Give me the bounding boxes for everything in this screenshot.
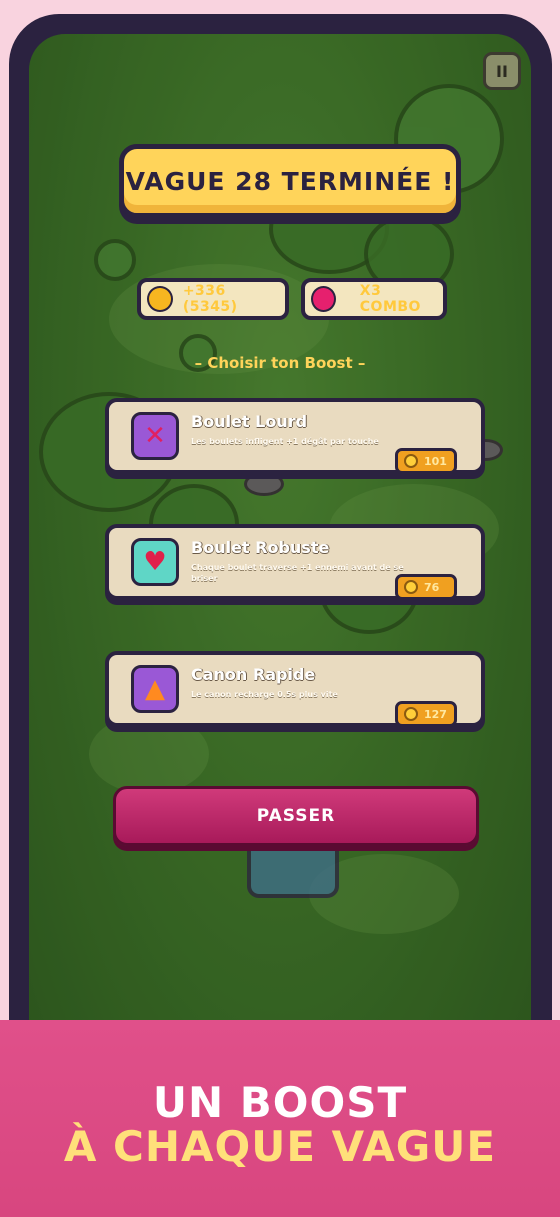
banner-line-1: UN BOOST	[152, 1078, 408, 1127]
banner-line-2: À CHAQUE VAGUE	[63, 1122, 497, 1171]
phone-frame: II VAGUE 28 TERMINÉE ! +336 (5345) X3 CO…	[9, 14, 552, 1114]
boost-description: Le canon recharge 0.5s plus vite	[191, 690, 338, 699]
price-value: 76	[424, 580, 440, 594]
choose-boost-label: – Choisir ton Boost –	[194, 354, 366, 372]
boost-price[interactable]: 101	[395, 448, 457, 474]
skip-button[interactable]: PASSER	[113, 786, 479, 846]
boost-description: Les boulets infligent +1 dégât par touch…	[191, 437, 379, 446]
app-store-screenshot: II VAGUE 28 TERMINÉE ! +336 (5345) X3 CO…	[0, 0, 560, 1217]
heart-icon: ♥	[131, 538, 179, 586]
combo-value: X3 COMBO	[359, 283, 421, 315]
coin-icon	[404, 707, 418, 721]
boost-card-heavy[interactable]: ✕ Boulet Lourd Les boulets infligent +1 …	[105, 398, 485, 474]
boost-card-robust[interactable]: ♥ Boulet Robuste Chaque boulet traverse …	[105, 524, 485, 600]
x-icon: ✕	[131, 412, 179, 460]
gem-icon	[311, 286, 336, 312]
pause-icon: II	[496, 61, 508, 81]
coin-icon	[404, 580, 418, 594]
coin-icon	[147, 286, 173, 312]
coin-icon	[404, 454, 418, 468]
pause-button[interactable]: II	[483, 52, 521, 90]
wave-complete-title: VAGUE 28 TERMINÉE !	[119, 144, 461, 218]
boost-name: Canon Rapide	[191, 665, 316, 684]
boost-card-rapid[interactable]: ▲ Canon Rapide Le canon recharge 0.5s pl…	[105, 651, 485, 727]
price-value: 127	[424, 707, 447, 721]
promo-banner: UN BOOST À CHAQUE VAGUE	[0, 1020, 560, 1217]
boost-price[interactable]: 127	[395, 701, 457, 727]
price-value: 101	[424, 454, 447, 468]
combo-stat: X3 COMBO	[301, 278, 447, 320]
boost-price[interactable]: 76	[395, 574, 457, 600]
boost-name: Boulet Lourd	[191, 412, 308, 431]
fire-icon: ▲	[131, 665, 179, 713]
coins-stat: +336 (5345)	[137, 278, 289, 320]
game-screen: II VAGUE 28 TERMINÉE ! +336 (5345) X3 CO…	[29, 34, 531, 1094]
boost-name: Boulet Robuste	[191, 538, 330, 557]
coins-value: +336 (5345)	[182, 283, 238, 315]
